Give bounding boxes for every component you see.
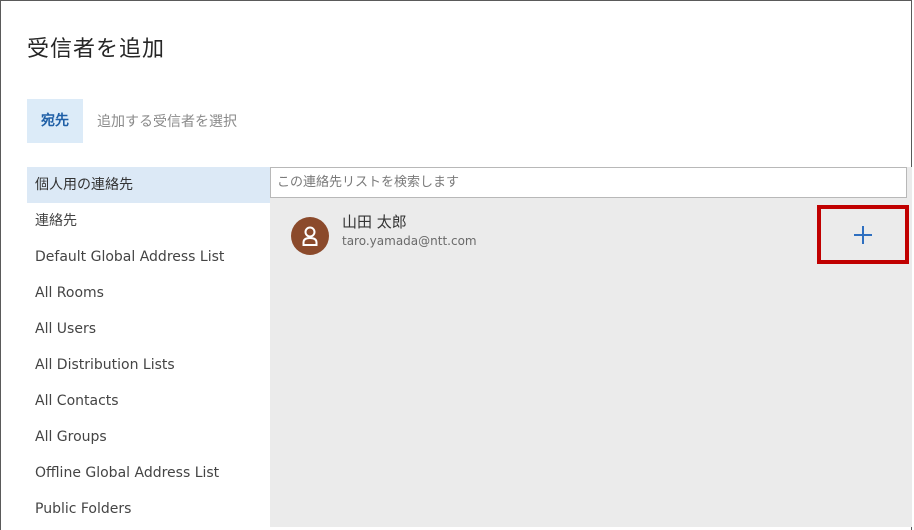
- recipient-row: 宛先 追加する受信者を選択: [27, 99, 237, 143]
- address-book-item-all-distribution-lists[interactable]: All Distribution Lists: [27, 347, 270, 383]
- add-contact-button[interactable]: [817, 205, 909, 264]
- person-icon: [291, 217, 329, 255]
- to-field-button[interactable]: 宛先: [27, 99, 83, 143]
- contact-email: taro.yamada@ntt.com: [342, 234, 477, 248]
- address-book-item-all-rooms[interactable]: All Rooms: [27, 275, 270, 311]
- contact-results-panel: 山田 太郎 taro.yamada@ntt.com: [270, 167, 912, 527]
- address-book-item-all-groups[interactable]: All Groups: [27, 419, 270, 455]
- contact-name: 山田 太郎: [342, 213, 407, 231]
- recipient-hint: 追加する受信者を選択: [97, 114, 237, 130]
- address-book-item-contacts[interactable]: 連絡先: [27, 203, 270, 239]
- address-book-item-all-users[interactable]: All Users: [27, 311, 270, 347]
- add-recipient-dialog: 受信者を追加 宛先 追加する受信者を選択 個人用の連絡先 連絡先 Default…: [0, 0, 912, 530]
- plus-icon: [854, 225, 872, 244]
- address-book-item-all-contacts[interactable]: All Contacts: [27, 383, 270, 419]
- dialog-title: 受信者を追加: [27, 37, 166, 62]
- contact-search-input[interactable]: [270, 167, 907, 198]
- address-book-item-personal-contacts[interactable]: 個人用の連絡先: [27, 167, 270, 203]
- address-book-item-default-gal[interactable]: Default Global Address List: [27, 239, 270, 275]
- contact-list-item[interactable]: 山田 太郎 taro.yamada@ntt.com: [270, 205, 909, 264]
- address-book-item-offline-gal[interactable]: Offline Global Address List: [27, 455, 270, 491]
- address-book-list: 個人用の連絡先 連絡先 Default Global Address List …: [27, 167, 270, 527]
